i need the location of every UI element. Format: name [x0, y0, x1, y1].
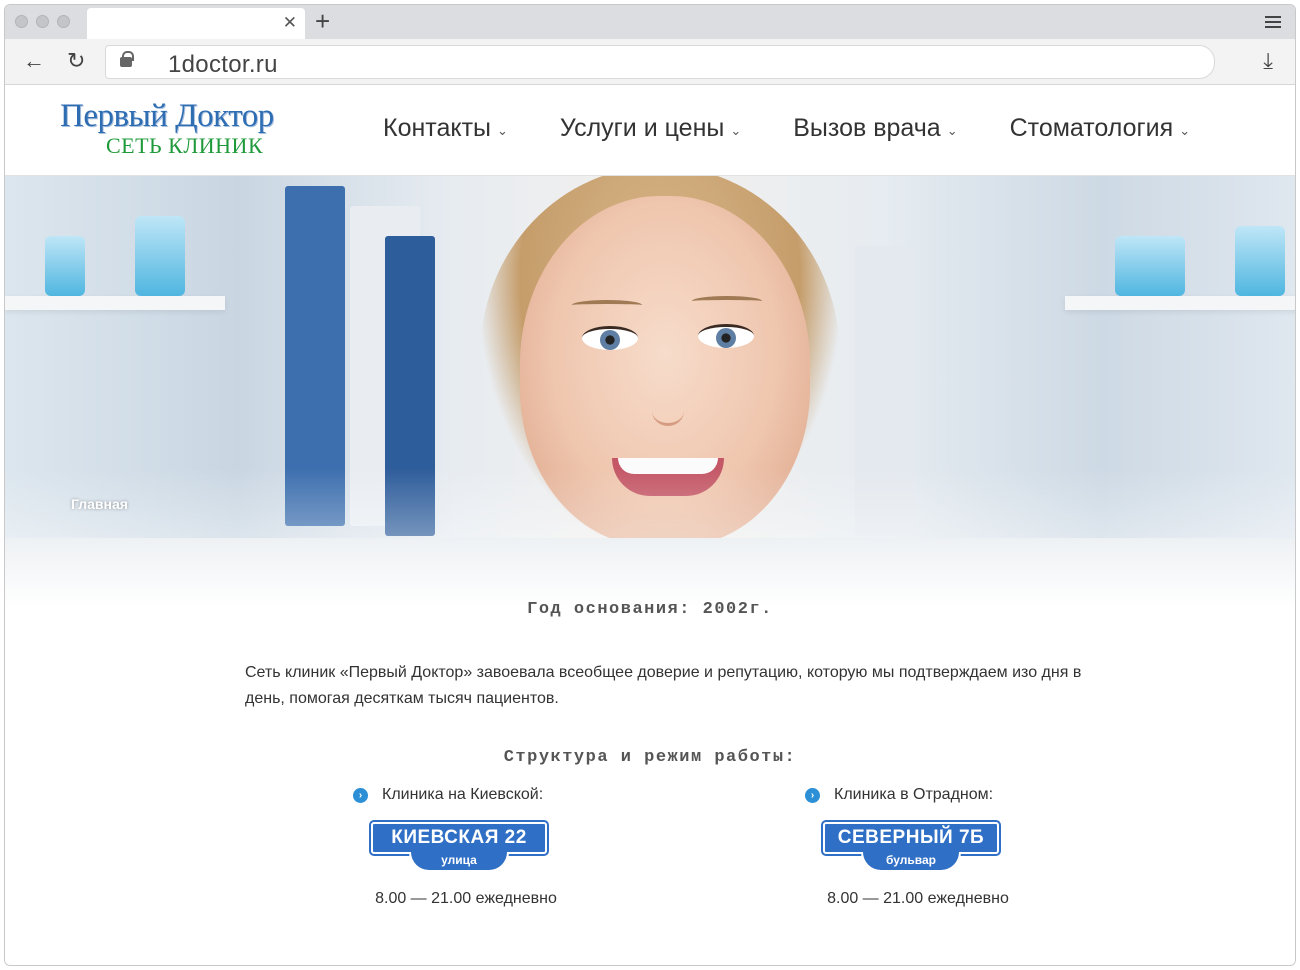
- minimize-window-button[interactable]: [36, 15, 49, 28]
- clinic-title: Клиника в Отрадном:: [834, 786, 994, 803]
- chevron-down-icon: ⌄: [946, 122, 958, 138]
- street-sign-main: КИЕВСКАЯ 22: [369, 820, 549, 856]
- street-sign: СЕВЕРНЫЙ 7Б бульвар: [821, 820, 1001, 872]
- back-arrow-icon[interactable]: ←: [23, 50, 45, 72]
- chevron-down-icon: ⌄: [1179, 122, 1191, 138]
- reload-icon[interactable]: ↻: [67, 50, 85, 72]
- eye-right: [698, 324, 754, 348]
- street-sign-sub: бульвар: [861, 852, 961, 872]
- web-page: Первый Доктор СЕТЬ КЛИНИК Контакты ⌄ Усл…: [5, 86, 1295, 965]
- clinic-title-row[interactable]: › Клиника на Киевской:: [353, 786, 593, 804]
- clinic-title-row[interactable]: › Клиника в Отрадном:: [805, 786, 1045, 804]
- browser-tab[interactable]: ✕: [87, 8, 305, 39]
- main-nav: Контакты ⌄ Услуги и цены ⌄ Вызов врача ⌄…: [383, 114, 1190, 143]
- shelf-decor: [1065, 296, 1295, 310]
- bottle-decor: [45, 236, 85, 296]
- nav-item-services[interactable]: Услуги и цены ⌄: [560, 114, 741, 143]
- eyebrow-left: [572, 300, 642, 310]
- eye-left: [582, 326, 638, 350]
- maximize-window-button[interactable]: [57, 15, 70, 28]
- nav-item-label: Вызов врача: [793, 114, 941, 142]
- chevron-right-icon: ›: [353, 787, 368, 803]
- url-text: 1doctor.ru: [168, 51, 278, 78]
- logo-subtitle: СЕТЬ КЛИНИК: [106, 133, 264, 158]
- street-sign: КИЕВСКАЯ 22 улица: [369, 820, 549, 872]
- nav-item-label: Контакты: [383, 114, 491, 142]
- structure-heading: Структура и режим работы:: [503, 748, 797, 767]
- download-icon[interactable]: ⤓: [1263, 50, 1273, 72]
- chevron-down-icon: ⌄: [730, 122, 742, 138]
- address-bar[interactable]: 1doctor.ru: [105, 45, 1215, 79]
- clinic-kievskaya: › Клиника на Киевской: КИЕВСКАЯ 22 улица…: [353, 786, 593, 908]
- new-tab-icon[interactable]: +: [315, 7, 330, 35]
- street-sign-sub: улица: [409, 852, 509, 872]
- intro-paragraph: Сеть клиник «Первый Доктор» завоевала вс…: [245, 664, 1082, 707]
- close-window-button[interactable]: [15, 15, 28, 28]
- site-logo[interactable]: Первый Доктор СЕТЬ КЛИНИК: [60, 98, 300, 159]
- browser-window: ✕ + ← ↻ 1doctor.ru ⤓ Первый Доктор СЕТЬ …: [4, 4, 1296, 966]
- browser-toolbar: ← ↻ 1doctor.ru ⤓: [5, 39, 1295, 85]
- hero-banner: Главная: [5, 176, 1295, 538]
- nav-item-label: Услуги и цены: [559, 114, 725, 142]
- bottle-decor: [1115, 236, 1185, 296]
- bottle-decor: [135, 216, 185, 296]
- eyebrow-right: [692, 296, 762, 306]
- logo-title: Первый Доктор: [60, 98, 274, 134]
- tab-bar: ✕ +: [5, 5, 1295, 39]
- lock-icon: [120, 51, 134, 67]
- shelf-decor: [5, 296, 225, 310]
- nose-shape: [652, 396, 684, 426]
- chevron-down-icon: ⌄: [496, 122, 508, 138]
- clinic-hours: 8.00 — 21.00 ежедневно: [827, 890, 1009, 907]
- street-sign-main: СЕВЕРНЫЙ 7Б: [821, 820, 1001, 856]
- window-controls: [15, 15, 70, 28]
- nav-item-label: Стоматология: [1009, 114, 1174, 142]
- clinic-hours: 8.00 — 21.00 ежедневно: [375, 890, 557, 907]
- site-header: Первый Доктор СЕТЬ КЛИНИК Контакты ⌄ Усл…: [5, 86, 1295, 176]
- hero-bottom-fade: [5, 538, 1295, 608]
- browser-menu-icon[interactable]: [1265, 16, 1281, 28]
- bottle-decor: [1235, 226, 1285, 296]
- nav-item-contacts[interactable]: Контакты ⌄: [383, 114, 508, 143]
- close-tab-icon[interactable]: ✕: [283, 14, 297, 31]
- founded-heading: Год основания: 2002г.: [527, 600, 773, 619]
- clinic-title: Клиника на Киевской:: [382, 786, 544, 803]
- chevron-right-icon: ›: [805, 787, 820, 803]
- breadcrumb-home[interactable]: Главная: [71, 496, 128, 512]
- nav-item-dentistry[interactable]: Стоматология ⌄: [1010, 114, 1191, 143]
- clinic-otradnoe: › Клиника в Отрадном: СЕВЕРНЫЙ 7Б бульва…: [805, 786, 1045, 908]
- hero-fade: [5, 468, 1295, 538]
- nav-item-doctor-call[interactable]: Вызов врача ⌄: [793, 114, 957, 143]
